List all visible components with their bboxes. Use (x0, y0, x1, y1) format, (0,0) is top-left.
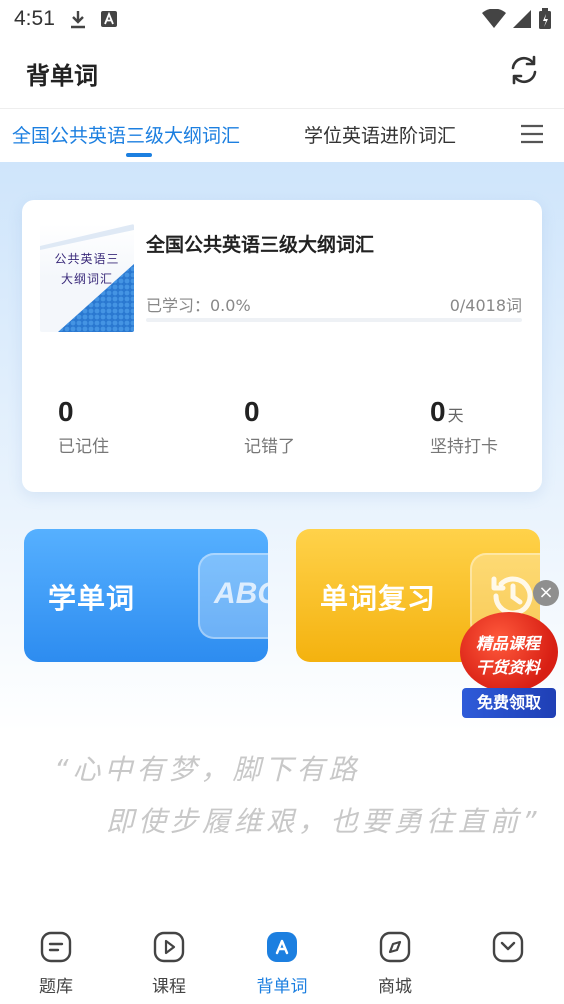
profile-icon (491, 930, 525, 964)
stat-label: 已记住 (58, 437, 109, 457)
promo-badge[interactable]: 精品课程 干货资料 免费领取 (458, 610, 558, 720)
abc-text: ABC (214, 577, 268, 610)
stat-remembered: 0 已记住 (58, 396, 109, 457)
nav-item-profile[interactable] (468, 930, 548, 972)
stat-checkin-days: 0天 坚持打卡 (430, 396, 498, 457)
stat-label: 坚持打卡 (430, 437, 498, 457)
abc-icon: ABC (198, 553, 268, 639)
book-card[interactable]: 公共英语三 大纲词汇 公共英语三 大纲词汇 全国公共英语三级大纲词汇 已学习：0… (22, 200, 542, 492)
category-tabs: 全国公共英语三级大纲词汇 学位英语进阶词汇 专 (0, 108, 564, 162)
learn-words-button[interactable]: 学单词 ABC (24, 529, 268, 662)
promo-line1: 精品课程 (475, 634, 540, 653)
wifi-icon (482, 8, 506, 34)
cover-title-line2-top: 大纲词汇 (60, 272, 113, 286)
nav-label: 课程 (152, 977, 186, 997)
stat-mistakes: 0 记错了 (244, 396, 295, 457)
status-time: 4:51 (14, 7, 55, 30)
stat-label: 记错了 (244, 437, 295, 457)
learn-words-label: 学单词 (48, 582, 136, 615)
battery-icon (538, 8, 552, 35)
book-cover: 公共英语三 大纲词汇 公共英语三 大纲词汇 (40, 224, 134, 332)
word-review-label: 单词复习 (320, 582, 437, 615)
question-bank-icon (39, 930, 73, 964)
page-title: 背单词 (26, 61, 98, 90)
quote-line1: “心中有梦，脚下有路 (54, 753, 361, 786)
status-bar: 4:51 (0, 0, 564, 38)
tab-menu-button[interactable] (510, 117, 554, 155)
cover-title-line1-top: 公共英语三 (54, 252, 120, 266)
nav-label: 背单词 (256, 977, 308, 997)
app-header: 背单词 (0, 38, 564, 108)
refresh-icon (507, 53, 541, 91)
nav-item-courses[interactable]: 课程 (129, 930, 209, 997)
nav-label: 题库 (39, 977, 73, 997)
compass-icon (378, 930, 412, 964)
refresh-button[interactable] (506, 54, 542, 90)
promo-line2: 干货资料 (475, 658, 540, 677)
promo-close-icon[interactable]: × (533, 580, 559, 606)
progress-label: 已学习：0.0% (146, 296, 251, 315)
menu-icon (519, 123, 545, 149)
nav-item-question-bank[interactable]: 题库 (16, 930, 96, 997)
progress-count: 0/4018词 (449, 296, 522, 315)
nav-item-mall[interactable]: 商城 (355, 930, 435, 997)
word-icon (265, 930, 299, 964)
stat-value: 0 (430, 396, 446, 427)
play-icon (152, 930, 186, 964)
book-title: 全国公共英语三级大纲词汇 (146, 234, 375, 256)
nav-item-vocab[interactable]: 背单词 (242, 930, 322, 997)
tab-degree-vocab[interactable]: 学位英语进阶词汇 (304, 121, 456, 148)
quote-line2: 即使步履维艰，也要勇往直前” (106, 805, 541, 838)
tab-pets3-vocab[interactable]: 全国公共英语三级大纲词汇 (12, 121, 240, 148)
active-tab-indicator (126, 153, 152, 157)
bottom-nav: 题库 课程 背单词 商城 (0, 922, 564, 1004)
stat-value: 0 (244, 396, 260, 427)
promo-claim-button[interactable]: 免费领取 (462, 688, 556, 718)
a-icon (100, 11, 117, 27)
download-icon (69, 9, 87, 29)
progress-bar (146, 318, 522, 322)
nav-label: 商城 (378, 977, 412, 997)
stat-unit: 天 (447, 406, 464, 425)
signal-icon (512, 9, 532, 34)
stat-value: 0 (58, 396, 74, 427)
